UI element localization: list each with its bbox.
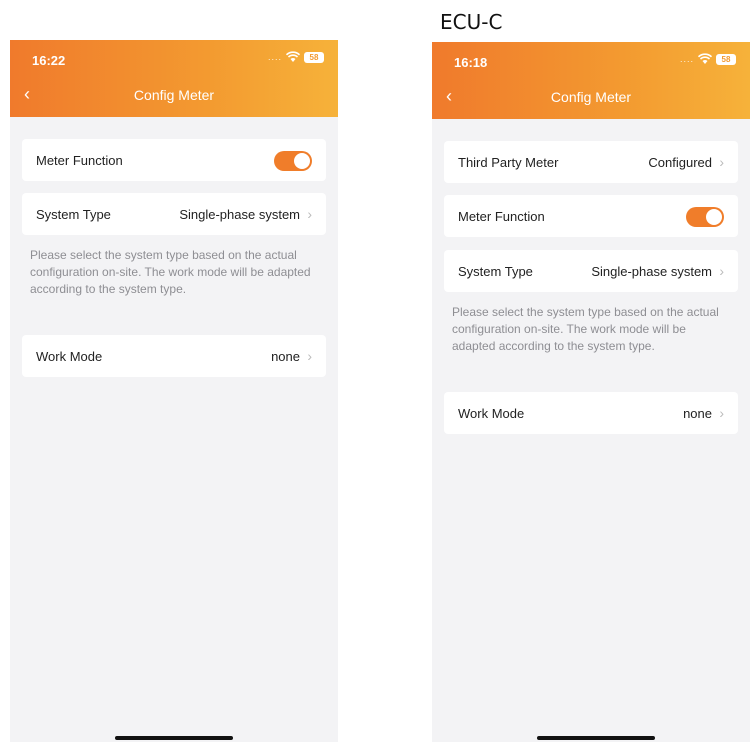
work-mode-label: Work Mode: [36, 349, 103, 364]
chevron-right-icon: ›: [307, 348, 312, 364]
meter-function-toggle[interactable]: [686, 207, 724, 227]
meter-function-label: Meter Function: [36, 153, 123, 168]
chevron-right-icon: ›: [719, 405, 724, 421]
caption-label: ECU-C: [440, 10, 503, 34]
system-type-label: System Type: [458, 264, 533, 279]
page-title: Config Meter: [133, 87, 215, 103]
chevron-right-icon: ›: [719, 154, 724, 170]
header-bar: 16:22 .... 58 ‹ Config Meter: [10, 40, 338, 117]
meter-function-row: Meter Function: [444, 195, 738, 237]
header-bar: 16:18 .... 58 ‹ Config Meter: [432, 42, 750, 119]
meter-function-toggle[interactable]: [274, 151, 312, 171]
toggle-knob: [706, 209, 722, 225]
chevron-right-icon: ›: [307, 206, 312, 222]
wifi-icon: [286, 51, 300, 62]
work-mode-row[interactable]: Work Mode none ›: [444, 392, 738, 434]
phone-screen-right: 16:18 .... 58 ‹ Config Meter Third Party…: [432, 42, 750, 742]
signal-icon: ....: [679, 54, 694, 64]
system-type-label: System Type: [36, 207, 111, 222]
system-type-value: Single-phase system: [591, 264, 712, 279]
work-mode-row[interactable]: Work Mode none ›: [22, 335, 326, 377]
battery-icon: 58: [716, 53, 736, 65]
phone-screen-left: 16:22 .... 58 ‹ Config Meter Meter Funct…: [10, 40, 338, 742]
system-type-note: Please select the system type based on t…: [452, 305, 719, 353]
third-party-meter-row[interactable]: Third Party Meter Configured ›: [444, 141, 738, 183]
home-indicator: [537, 736, 655, 740]
status-time: 16:18: [454, 55, 488, 70]
home-indicator: [115, 736, 233, 740]
work-mode-label: Work Mode: [458, 406, 525, 421]
status-icons: .... 58: [680, 53, 736, 65]
system-type-value: Single-phase system: [179, 207, 300, 222]
page-title: Config Meter: [550, 89, 632, 105]
meter-function-row: Meter Function: [22, 139, 326, 181]
system-type-row[interactable]: System Type Single-phase system ›: [22, 193, 326, 235]
toggle-knob: [294, 153, 310, 169]
status-time: 16:22: [32, 53, 66, 68]
battery-icon: 58: [304, 51, 324, 63]
third-party-meter-label: Third Party Meter: [458, 155, 559, 170]
wifi-icon: [698, 53, 712, 64]
signal-icon: ....: [267, 52, 282, 62]
system-type-row[interactable]: System Type Single-phase system ›: [444, 250, 738, 292]
chevron-right-icon: ›: [719, 263, 724, 279]
third-party-meter-value: Configured: [648, 155, 712, 170]
system-type-note: Please select the system type based on t…: [30, 248, 311, 296]
work-mode-value: none: [271, 349, 300, 364]
work-mode-value: none: [683, 406, 712, 421]
meter-function-label: Meter Function: [458, 209, 545, 224]
status-icons: .... 58: [268, 51, 324, 63]
